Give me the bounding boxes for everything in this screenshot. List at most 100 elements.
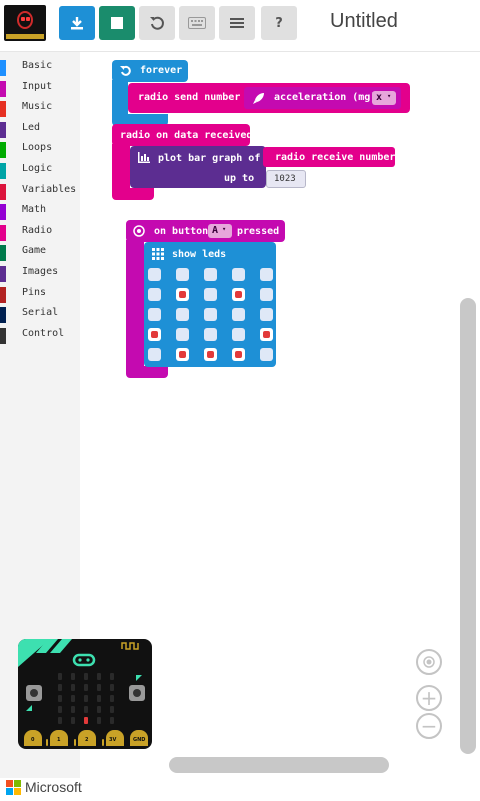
led-cell[interactable] xyxy=(204,268,217,281)
toolbox-category-serial[interactable]: Serial xyxy=(0,305,80,325)
led-cell[interactable] xyxy=(260,348,273,361)
toolbox-category-pins[interactable]: Pins xyxy=(0,285,80,305)
button-dropdown[interactable]: A ▾ xyxy=(208,224,232,238)
led-cell[interactable] xyxy=(204,328,217,341)
led-cell[interactable] xyxy=(204,288,217,301)
keyboard-icon xyxy=(188,17,206,29)
led-cell[interactable] xyxy=(260,328,273,341)
toolbox-category-game[interactable]: Game xyxy=(0,243,80,263)
radio-send-number-block[interactable]: radio send number acceleration (mg) x ▾ xyxy=(128,83,410,113)
category-color-bar xyxy=(0,286,6,303)
category-label: Control xyxy=(22,327,65,339)
sim-led xyxy=(71,695,75,702)
plot-max-value: 1023 xyxy=(274,174,296,184)
toolbox-category-images[interactable]: Images xyxy=(0,264,80,284)
microbit-simulator[interactable]: 0 1 2 3V GND xyxy=(18,639,152,749)
zoom-out-button[interactable]: − xyxy=(416,713,442,739)
led-cell[interactable] xyxy=(148,328,161,341)
category-color-bar xyxy=(0,121,6,138)
microsoft-logo[interactable]: Microsoft xyxy=(6,779,82,795)
led-cell[interactable] xyxy=(232,308,245,321)
axis-dropdown[interactable]: x ▾ xyxy=(372,91,396,105)
category-color-bar xyxy=(0,60,6,76)
vertical-scrollbar[interactable] xyxy=(460,298,476,754)
on-button-pressed-block[interactable]: on button A ▾ pressed xyxy=(126,220,285,242)
led-cell[interactable] xyxy=(176,268,189,281)
toolbox-category-music[interactable]: Music xyxy=(0,99,80,119)
led-cell[interactable] xyxy=(148,308,161,321)
sim-button-b[interactable] xyxy=(129,685,145,701)
sim-led xyxy=(71,706,75,713)
toolbox-category-loops[interactable]: Loops xyxy=(0,140,80,160)
zoom-in-button[interactable]: + xyxy=(416,685,442,711)
category-label: Game xyxy=(22,245,47,257)
restart-icon xyxy=(150,16,164,30)
show-leds-block[interactable]: show leds xyxy=(144,242,276,367)
sim-led xyxy=(71,673,75,680)
led-cell[interactable] xyxy=(176,348,189,361)
keyboard-button[interactable] xyxy=(179,6,215,40)
help-button[interactable]: ? xyxy=(261,6,297,40)
sim-pin-label: GND xyxy=(133,737,146,743)
button-target-icon xyxy=(133,225,145,237)
acceleration-reporter[interactable]: acceleration (mg) x ▾ xyxy=(244,87,401,109)
sim-led xyxy=(110,695,114,702)
toolbox-category-math[interactable]: Math xyxy=(0,202,80,222)
menu-button[interactable] xyxy=(219,6,255,40)
sim-pin-label: 3V xyxy=(109,737,117,743)
led-cell[interactable] xyxy=(148,288,161,301)
microbit-logo[interactable] xyxy=(4,5,46,41)
toolbox-category-led[interactable]: Led xyxy=(0,120,80,140)
led-cell[interactable] xyxy=(232,348,245,361)
sim-led xyxy=(97,673,101,680)
led-cell[interactable] xyxy=(232,268,245,281)
led-cell[interactable] xyxy=(260,268,273,281)
sim-led xyxy=(71,684,75,691)
on-button-label: on button xyxy=(154,226,209,237)
sim-led xyxy=(58,673,62,680)
led-cell[interactable] xyxy=(260,288,273,301)
project-title[interactable]: Untitled xyxy=(330,10,398,33)
radio-receive-number-reporter[interactable]: radio receive number xyxy=(263,147,395,167)
led-cell[interactable] xyxy=(176,288,189,301)
sim-pin-label: 0 xyxy=(31,737,35,743)
recenter-button[interactable] xyxy=(416,649,442,675)
led-cell[interactable] xyxy=(148,268,161,281)
toolbox-category-logic[interactable]: Logic xyxy=(0,161,80,181)
toolbox-category-input[interactable]: Input xyxy=(0,79,80,99)
led-cell[interactable] xyxy=(176,308,189,321)
sim-pin-label: 1 xyxy=(57,737,61,743)
sim-small-pin xyxy=(74,739,76,746)
led-cell[interactable] xyxy=(232,288,245,301)
microsoft-label: Microsoft xyxy=(25,779,82,795)
sim-small-pin xyxy=(46,739,48,746)
toolbox-category-control[interactable]: Control xyxy=(0,326,80,346)
sim-button-a[interactable] xyxy=(26,685,42,701)
category-label: Basic xyxy=(22,60,53,71)
restart-button[interactable] xyxy=(139,6,175,40)
category-color-bar xyxy=(0,101,6,118)
horizontal-scrollbar[interactable] xyxy=(169,757,389,773)
chevron-down-icon: ▾ xyxy=(387,92,392,100)
category-label: Images xyxy=(22,266,59,277)
toolbox-category-radio[interactable]: Radio xyxy=(0,223,80,243)
stop-button[interactable] xyxy=(99,6,135,40)
on-data-received-block[interactable]: radio on data received xyxy=(112,124,252,146)
sim-header-decoration xyxy=(36,639,139,667)
logo-eye-left xyxy=(21,17,25,21)
category-color-bar xyxy=(0,245,6,262)
toolbox-category-basic[interactable]: Basic xyxy=(0,58,80,78)
led-cell[interactable] xyxy=(204,308,217,321)
led-cell[interactable] xyxy=(204,348,217,361)
download-button[interactable] xyxy=(59,6,95,40)
plot-bar-graph-block[interactable]: plot bar graph of up to xyxy=(130,146,266,188)
forever-block[interactable]: forever xyxy=(112,60,188,82)
plot-max-input[interactable]: 1023 xyxy=(266,170,306,188)
sim-led xyxy=(97,695,101,702)
led-cell[interactable] xyxy=(148,348,161,361)
led-cell[interactable] xyxy=(176,328,189,341)
led-cell[interactable] xyxy=(232,328,245,341)
toolbox-category-variables[interactable]: Variables xyxy=(0,182,80,202)
target-icon xyxy=(423,656,435,668)
led-cell[interactable] xyxy=(260,308,273,321)
